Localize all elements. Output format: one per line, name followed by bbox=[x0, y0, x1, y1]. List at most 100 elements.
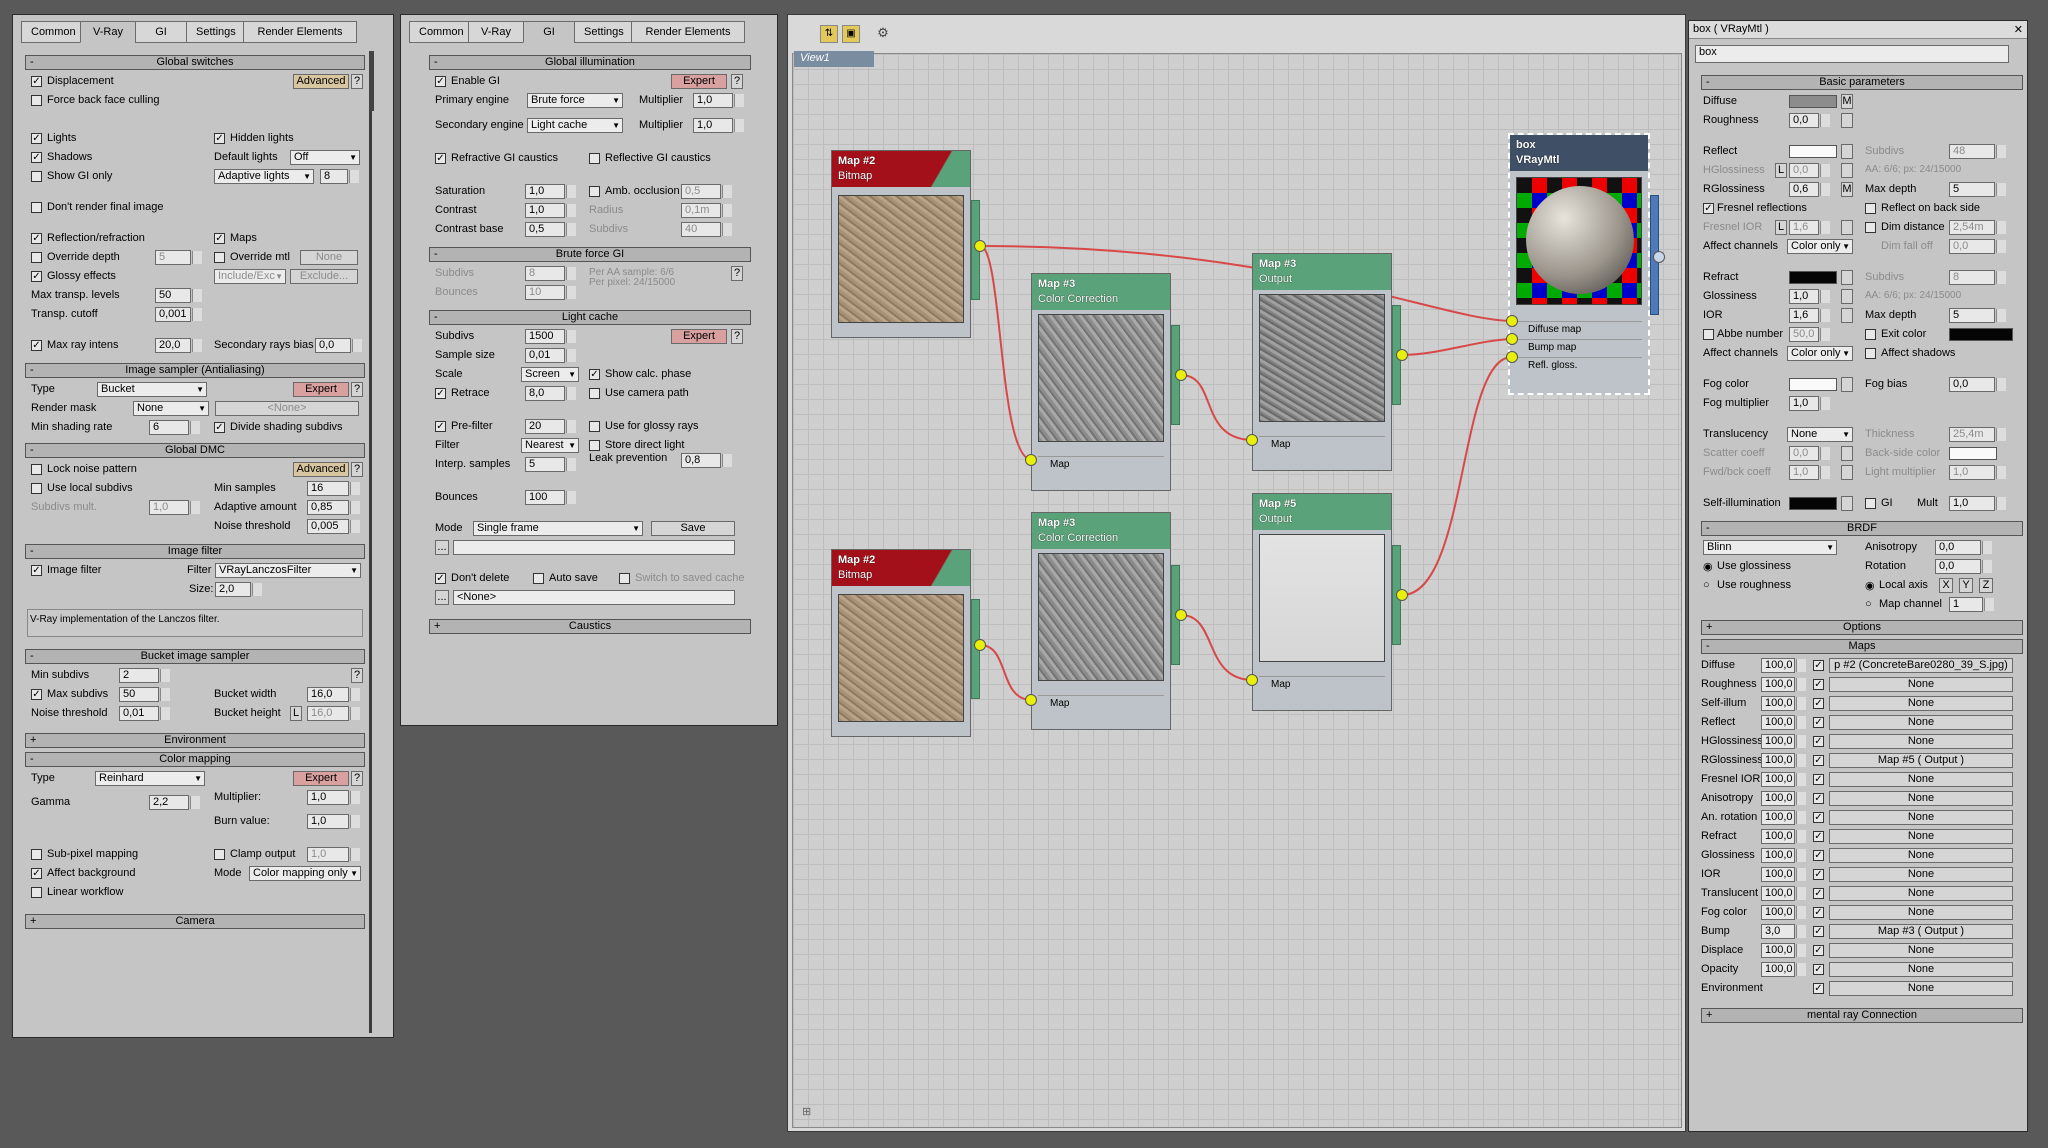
override-depth-spinner[interactable]: 5 bbox=[155, 250, 202, 265]
clamp-output-checkbox[interactable] bbox=[214, 849, 225, 860]
rollout-image-sampler[interactable]: - Image sampler (Antialiasing) bbox=[25, 363, 365, 378]
view-tab[interactable]: View1 bbox=[794, 51, 874, 67]
refr-subdivs-spinner[interactable]: 8 bbox=[1949, 270, 2006, 285]
divide-shading-checkbox[interactable] bbox=[214, 422, 225, 433]
fwdbck-spinner[interactable]: 1,0 bbox=[1789, 465, 1830, 480]
cm-expert-button[interactable]: Expert bbox=[293, 771, 349, 786]
map-slot-button[interactable]: None bbox=[1829, 981, 2013, 996]
map-amount-spinner[interactable]: 100,0 bbox=[1761, 943, 1806, 958]
map-slot-button[interactable]: None bbox=[1829, 886, 2013, 901]
reflect-back-checkbox[interactable] bbox=[1865, 203, 1876, 214]
use-camera-path-checkbox[interactable] bbox=[589, 388, 600, 399]
cc2-input-port[interactable] bbox=[1025, 694, 1037, 706]
interp-spinner[interactable]: 5 bbox=[525, 457, 576, 472]
ior-spinner[interactable]: 1,6 bbox=[1789, 308, 1830, 323]
scatter-map-button[interactable] bbox=[1841, 446, 1853, 461]
lc-filter-dropdown[interactable]: Nearest bbox=[521, 438, 579, 453]
rgloss-map-button[interactable]: M bbox=[1841, 182, 1853, 197]
gi-expert-button[interactable]: Expert bbox=[671, 74, 727, 89]
dim-distance-checkbox[interactable] bbox=[1865, 222, 1876, 233]
force-back-face-checkbox[interactable] bbox=[31, 95, 42, 106]
fresnel-ior-lock-button[interactable]: L bbox=[1775, 220, 1787, 235]
affect-bg-checkbox[interactable] bbox=[31, 868, 42, 879]
rollout-global-illumination[interactable]: - Global illumination bbox=[429, 55, 751, 70]
include-exc-dropdown[interactable]: Include/Exc bbox=[214, 269, 286, 284]
map-slot-button[interactable]: Map #5 ( Output ) bbox=[1829, 753, 2013, 768]
rollout-brute-force[interactable]: - Brute force GI bbox=[429, 247, 751, 262]
hidden-lights-checkbox[interactable] bbox=[214, 133, 225, 144]
panel-scrollbar[interactable] bbox=[369, 51, 374, 111]
maps-checkbox[interactable] bbox=[214, 233, 225, 244]
fog-color-swatch[interactable] bbox=[1789, 378, 1837, 391]
rollout-maps[interactable]: - Maps bbox=[1701, 639, 2023, 654]
map-slot-button[interactable]: None bbox=[1829, 715, 2013, 730]
rollout-global-dmc[interactable]: - Global DMC bbox=[25, 443, 365, 458]
rollout-bucket-sampler[interactable]: - Bucket image sampler bbox=[25, 649, 365, 664]
rollout-light-cache[interactable]: - Light cache bbox=[429, 310, 751, 325]
options-icon[interactable]: ⚙ bbox=[874, 25, 892, 43]
node-color-correction-1[interactable]: Map #3 Color Correction Map bbox=[1031, 273, 1171, 491]
burn-spinner[interactable]: 1,0 bbox=[307, 814, 360, 829]
cm-help-button[interactable]: ? bbox=[351, 771, 363, 786]
default-lights-dropdown[interactable]: Off bbox=[290, 150, 360, 165]
rollout-environment[interactable]: + Environment bbox=[25, 733, 365, 748]
map-enable-checkbox[interactable] bbox=[1813, 869, 1824, 880]
sampler-type-dropdown[interactable]: Bucket bbox=[97, 382, 207, 397]
roughness-map-button[interactable] bbox=[1841, 113, 1853, 128]
map-slot-button[interactable]: None bbox=[1829, 772, 2013, 787]
fresnel-ior-spinner[interactable]: 1,6 bbox=[1789, 220, 1830, 235]
fwdbck-map-button[interactable] bbox=[1841, 465, 1853, 480]
glossiness-map-button[interactable] bbox=[1841, 289, 1853, 304]
rollout-global-switches[interactable]: - Global switches bbox=[25, 55, 365, 70]
rollout-caustics[interactable]: + Caustics bbox=[429, 619, 751, 634]
fog-mult-spinner[interactable]: 1,0 bbox=[1789, 396, 1830, 411]
refract-color-swatch[interactable] bbox=[1789, 271, 1837, 284]
abbe-spinner[interactable]: 50,0 bbox=[1789, 327, 1830, 342]
refractive-caustics-checkbox[interactable] bbox=[435, 153, 446, 164]
axis-x-button[interactable]: X bbox=[1939, 578, 1953, 593]
map-amount-spinner[interactable]: 100,0 bbox=[1761, 753, 1806, 768]
rollout-basic-parameters[interactable]: - Basic parameters bbox=[1701, 75, 2023, 90]
dont-render-checkbox[interactable] bbox=[31, 202, 42, 213]
sample-size-spinner[interactable]: 0,01 bbox=[525, 348, 576, 363]
lock-noise-checkbox[interactable] bbox=[31, 464, 42, 475]
override-mtl-button[interactable]: None bbox=[300, 250, 358, 265]
prefilter-spinner[interactable]: 20 bbox=[525, 419, 576, 434]
glossiness-spinner[interactable]: 1,0 bbox=[1789, 289, 1830, 304]
sec-rays-spinner[interactable]: 0,0 bbox=[315, 338, 362, 353]
backside-color-swatch[interactable] bbox=[1949, 447, 1997, 460]
refract-map-button[interactable] bbox=[1841, 270, 1853, 285]
map-enable-checkbox[interactable] bbox=[1813, 793, 1824, 804]
radius-spinner[interactable]: 0,1m bbox=[681, 203, 732, 218]
map-slot-button[interactable]: None bbox=[1829, 810, 2013, 825]
mtl-output-port[interactable] bbox=[1653, 251, 1665, 263]
navigator-icon[interactable]: ⊞ bbox=[802, 1105, 811, 1118]
thickness-spinner[interactable]: 25,4m bbox=[1949, 427, 2006, 442]
bf-bounces-spinner[interactable]: 10 bbox=[525, 285, 576, 300]
cc2-output-port[interactable] bbox=[1175, 609, 1187, 621]
use-local-subdivs-checkbox[interactable] bbox=[31, 483, 42, 494]
fresnel-checkbox[interactable] bbox=[1703, 203, 1714, 214]
subdivs-mult-spinner[interactable]: 1,0 bbox=[149, 500, 200, 515]
tab-common[interactable]: Common bbox=[21, 21, 81, 43]
adaptive-lights-dropdown[interactable]: Adaptive lights bbox=[214, 169, 314, 184]
reflective-caustics-checkbox[interactable] bbox=[589, 153, 600, 164]
map-slot-button[interactable]: None bbox=[1829, 962, 2013, 977]
map-enable-checkbox[interactable] bbox=[1813, 717, 1824, 728]
light-mult-spinner[interactable]: 1,0 bbox=[1949, 465, 2006, 480]
map-amount-spinner[interactable]: 100,0 bbox=[1761, 810, 1806, 825]
show-gi-only-checkbox[interactable] bbox=[31, 171, 42, 182]
bucket-noise-spinner[interactable]: 0,01 bbox=[119, 706, 170, 721]
refl-refr-checkbox[interactable] bbox=[31, 233, 42, 244]
local-axis-radio[interactable]: ◉ bbox=[1865, 579, 1875, 592]
refl-subdivs-spinner[interactable]: 48 bbox=[1949, 144, 2006, 159]
map-slot-button[interactable]: None bbox=[1829, 943, 2013, 958]
image-filter-checkbox[interactable] bbox=[31, 565, 42, 576]
tab-settings[interactable]: Settings bbox=[574, 21, 632, 43]
tab-common[interactable]: Common bbox=[409, 21, 469, 43]
map-enable-checkbox[interactable] bbox=[1813, 964, 1824, 975]
filter-dropdown[interactable]: VRayLanczosFilter bbox=[215, 563, 361, 578]
contrast-base-spinner[interactable]: 0,5 bbox=[525, 222, 576, 237]
brdf-type-dropdown[interactable]: Blinn bbox=[1703, 540, 1837, 555]
map-enable-checkbox[interactable] bbox=[1813, 926, 1824, 937]
